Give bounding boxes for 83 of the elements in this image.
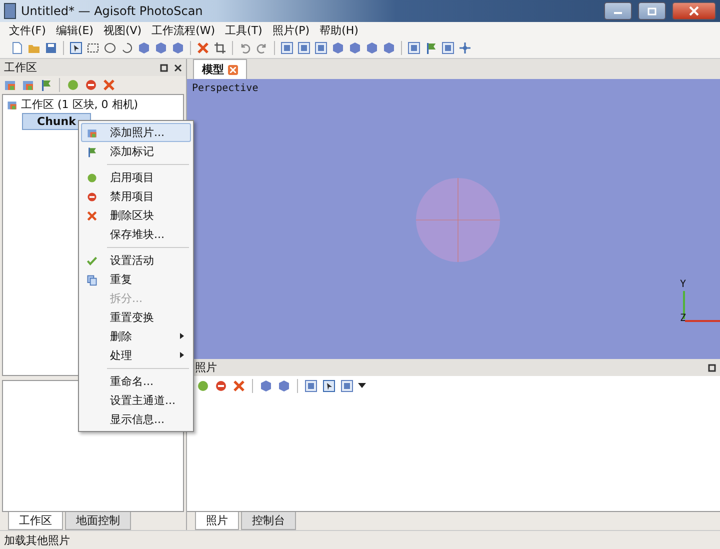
grid-icon	[441, 41, 455, 55]
cross-icon	[196, 41, 210, 55]
submenu-arrow-icon	[180, 352, 184, 358]
x-axis-line	[685, 320, 720, 322]
menu-item[interactable]: 帮助(H)	[314, 22, 364, 38]
pointer-icon	[322, 379, 336, 393]
menu-item[interactable]: 编辑(E)	[50, 22, 98, 38]
menu-item[interactable]: 照片(P)	[267, 22, 315, 38]
enable-icon	[196, 379, 210, 393]
flag-icon	[86, 146, 98, 158]
grid-icon	[314, 41, 328, 55]
minimize-button[interactable]	[604, 2, 632, 20]
maximize-icon	[647, 6, 657, 16]
cube-icon	[382, 41, 396, 55]
rectangle-select-icon	[86, 41, 100, 55]
panel-tab[interactable]: 照片	[195, 512, 239, 530]
window-title: Untitled* — Agisoft PhotoScan	[21, 4, 204, 18]
tree-item[interactable]: 工作区 (1 区块, 0 相机)	[6, 97, 180, 112]
cube-icon	[365, 41, 379, 55]
y-axis-line	[683, 291, 685, 319]
panel-tab[interactable]: 控制台	[241, 512, 296, 530]
maximize-button[interactable]	[638, 2, 666, 20]
menu-item[interactable]: 设置主通道...	[81, 391, 191, 410]
model-viewport[interactable]: Perspective Y Z	[187, 79, 720, 359]
dropdown-caret-icon[interactable]	[358, 383, 366, 389]
checkmark-icon	[86, 254, 98, 266]
grid-icon	[280, 41, 294, 55]
flag-icon	[39, 78, 53, 92]
photos-icon	[3, 78, 17, 92]
panel-title: 工作区	[4, 60, 37, 75]
cube-icon	[348, 41, 362, 55]
menu-item[interactable]: 视图(V)	[98, 22, 147, 38]
cross-icon	[102, 78, 116, 92]
lasso-icon	[120, 41, 134, 55]
cube-icon	[154, 41, 168, 55]
model-tab[interactable]: 模型	[193, 59, 247, 79]
enable-icon	[66, 78, 80, 92]
grid-icon	[304, 379, 318, 393]
menu-item[interactable]: 工具(T)	[220, 22, 268, 38]
crop-icon	[213, 41, 227, 55]
z-axis-label: Z	[680, 313, 686, 324]
panel-tab[interactable]: 工作区	[8, 512, 63, 530]
no-entry-icon	[86, 190, 98, 202]
no-entry-icon	[84, 78, 98, 92]
panel-title: 照片	[195, 360, 217, 375]
photos-icon	[86, 126, 98, 138]
grid-icon	[340, 379, 354, 393]
cube-icon	[259, 379, 273, 393]
photos-icon	[21, 78, 35, 92]
grid-icon	[297, 41, 311, 55]
menu-item[interactable]: 工作流程(W)	[146, 22, 220, 38]
menu-item[interactable]: 重命名...	[81, 372, 191, 391]
new-document-icon	[10, 41, 24, 55]
cube-icon	[137, 41, 151, 55]
cross-icon	[232, 379, 246, 393]
ellipse-select-icon	[103, 41, 117, 55]
close-button[interactable]	[672, 2, 716, 20]
menu-item[interactable]: 显示信息...	[81, 410, 191, 429]
enable-icon	[86, 172, 98, 184]
pointer-icon	[69, 41, 83, 55]
status-text: 加载其他照片	[4, 532, 70, 548]
projection-label: Perspective	[192, 83, 258, 94]
submenu-arrow-icon	[180, 333, 184, 339]
app-icon	[4, 3, 16, 19]
grid-icon	[407, 41, 421, 55]
float-icon[interactable]	[708, 364, 716, 372]
panel-tab[interactable]: 地面控制	[65, 512, 131, 530]
y-axis-label: Y	[680, 279, 686, 290]
cross-icon	[86, 210, 98, 222]
move-icon	[458, 41, 472, 55]
close-icon	[689, 6, 699, 16]
menu-item[interactable]: 文件(F)	[4, 22, 51, 38]
no-entry-icon	[214, 379, 228, 393]
copy-icon	[86, 274, 98, 286]
menu-item[interactable]: 添加照片...	[81, 123, 191, 142]
photos-icon	[6, 98, 18, 110]
cube-icon	[171, 41, 185, 55]
cube-icon	[277, 379, 291, 393]
float-icon[interactable]	[160, 64, 168, 72]
close-icon[interactable]	[174, 64, 182, 72]
save-icon	[44, 41, 58, 55]
flag-icon	[424, 41, 438, 55]
cube-icon	[331, 41, 345, 55]
